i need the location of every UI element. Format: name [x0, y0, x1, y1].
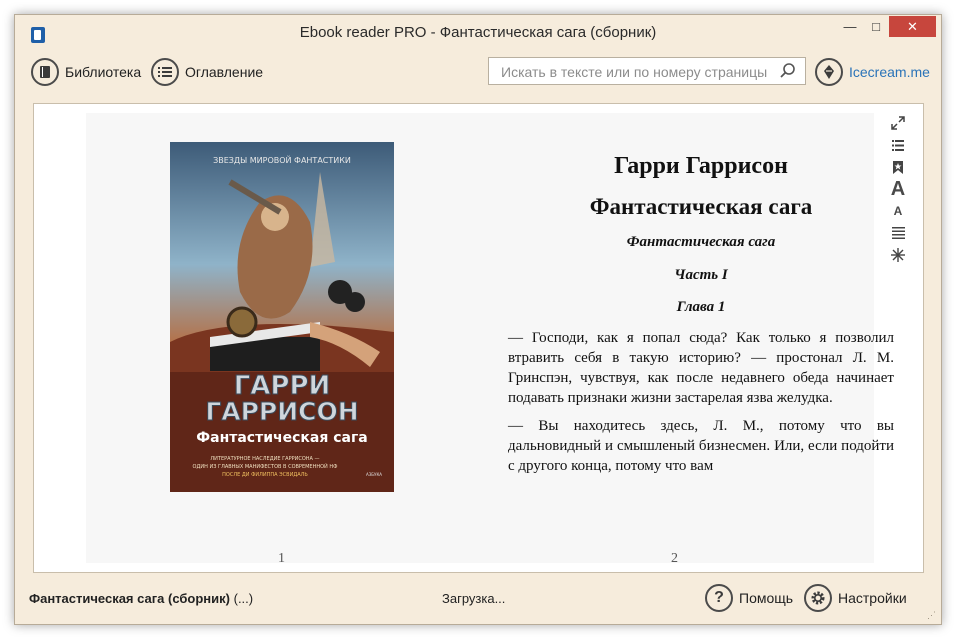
minimize-button[interactable]: —	[837, 16, 863, 37]
status-book-suffix: (...)	[230, 591, 254, 606]
app-window: Ebook reader PRO - Фантастическая сага (…	[14, 14, 942, 625]
list-icon	[151, 58, 179, 86]
status-book-info: Фантастическая сага (сборник) (...)	[29, 591, 253, 606]
cover-blurb-3: ПОСЛЕ ДИ ФИЛИППА ЭСВИДАЛЬ	[222, 472, 308, 478]
contents-button[interactable]: Оглавление	[151, 57, 263, 87]
help-icon: ?	[705, 584, 733, 612]
help-label: Помощь	[739, 590, 794, 606]
book-cover-image: ЗВЕЗДЫ МИРОВОЙ ФАНТАСТИКИ ГАРРИ ГАРРИСОН…	[170, 142, 394, 492]
cover-blurb-2: ОДИН ИЗ ГЛАВНЫХ МАНИФЕСТОВ В СОВРЕМЕННОЙ…	[193, 463, 339, 470]
page-number-left: 1	[278, 551, 285, 566]
cover-blurb-1: ЛИТЕРАТУРНОЕ НАСЛЕДИЕ ГАРРИСОНА —	[210, 456, 319, 462]
book-part: Часть I	[674, 267, 728, 283]
book-author: Гарри Гаррисон	[614, 153, 788, 179]
reader-side-toolbar: A A	[886, 112, 910, 266]
book-title: Фантастическая сага	[589, 194, 813, 219]
window-title: Ebook reader PRO - Фантастическая сага (…	[299, 24, 657, 41]
icecream-link[interactable]: Icecream.me	[815, 57, 930, 87]
cover-series-text: ЗВЕЗДЫ МИРОВОЙ ФАНТАСТИКИ	[213, 154, 351, 165]
book-subtitle: Фантастическая сага	[626, 234, 776, 250]
font-decrease-icon[interactable]: A	[886, 200, 910, 222]
resize-grip[interactable]: ⋰	[927, 610, 937, 620]
search-icon[interactable]	[779, 62, 797, 80]
gear-icon	[804, 584, 832, 612]
settings-label: Настройки	[838, 590, 907, 606]
library-button[interactable]: Библиотека	[31, 57, 141, 87]
page-spread: ЗВЕЗДЫ МИРОВОЙ ФАНТАСТИКИ ГАРРИ ГАРРИСОН…	[86, 113, 894, 566]
contents-label: Оглавление	[185, 64, 264, 80]
bookmark-icon[interactable]	[886, 156, 910, 178]
contents-list-icon[interactable]	[886, 134, 910, 156]
brightness-icon[interactable]	[886, 244, 910, 266]
search-input[interactable]	[499, 62, 773, 82]
maximize-button[interactable]: □	[863, 16, 889, 37]
reader-area: ЗВЕЗДЫ МИРОВОЙ ФАНТАСТИКИ ГАРРИ ГАРРИСОН…	[33, 103, 924, 573]
fullscreen-icon[interactable]	[886, 112, 910, 134]
search-box	[488, 57, 806, 85]
settings-button[interactable]: Настройки	[804, 583, 907, 613]
page-number-right: 2	[671, 551, 678, 566]
icecream-logo-icon	[815, 58, 843, 86]
cover-author-line2: ГАРРИСОН	[205, 397, 358, 426]
help-button[interactable]: ? Помощь	[705, 583, 793, 613]
cover-publisher: АЗБУКА	[366, 472, 382, 477]
text-align-icon[interactable]	[886, 222, 910, 244]
status-book-title: Фантастическая сага (сборник)	[29, 591, 230, 606]
page-2-text: Гарри Гаррисон Фантастическая сага Фанта…	[508, 153, 894, 484]
library-label: Библиотека	[65, 64, 142, 80]
paragraph: — Вы находитесь здесь, Л. М., потому что…	[508, 418, 894, 474]
brand-label: Icecream.me	[849, 64, 930, 80]
title-bar: Ebook reader PRO - Фантастическая сага (…	[15, 15, 941, 51]
status-loading: Загрузка...	[442, 591, 506, 606]
book-icon	[31, 58, 59, 86]
close-button[interactable]: ✕	[889, 16, 936, 37]
paragraph: — Господи, как я попал сюда? Как только …	[508, 330, 894, 406]
font-increase-icon[interactable]: A	[886, 178, 910, 200]
book-chapter: Глава 1	[676, 299, 726, 315]
cover-title: Фантастическая сага	[196, 430, 368, 446]
